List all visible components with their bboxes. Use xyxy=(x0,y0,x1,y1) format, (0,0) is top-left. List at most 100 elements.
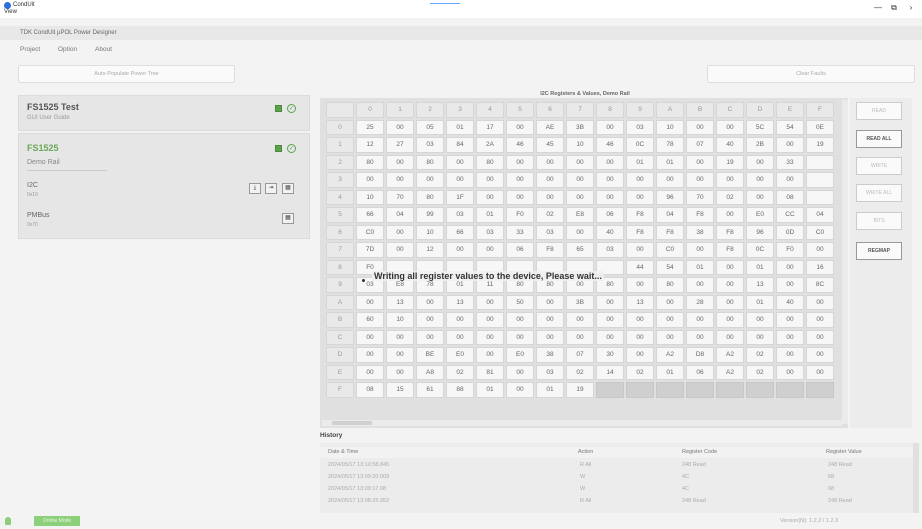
register-cell[interactable]: 80 xyxy=(476,154,504,170)
register-cell[interactable]: 00 xyxy=(386,154,414,170)
register-cell[interactable]: 8C xyxy=(806,277,834,293)
register-cell[interactable]: 07 xyxy=(686,137,714,153)
register-cell[interactable]: 00 xyxy=(566,154,594,170)
register-cell[interactable]: 5C xyxy=(746,119,774,135)
register-cell[interactable] xyxy=(776,382,804,398)
register-cell[interactable]: 00 xyxy=(806,294,834,310)
register-cell[interactable]: 00 xyxy=(806,329,834,345)
register-cell[interactable]: 65 xyxy=(566,242,594,258)
check-circle-icon[interactable]: ✓ xyxy=(287,144,296,153)
register-cell[interactable]: 61 xyxy=(416,382,444,398)
restore-button[interactable]: ⧉ xyxy=(888,3,900,13)
register-cell[interactable]: 00 xyxy=(356,329,384,345)
register-cell[interactable]: 00 xyxy=(566,329,594,345)
register-cell[interactable]: 00 xyxy=(476,172,504,188)
register-cell[interactable]: 13 xyxy=(626,294,654,310)
register-cell[interactable]: 40 xyxy=(596,224,624,240)
register-cell[interactable]: 00 xyxy=(506,189,534,205)
register-cell[interactable]: C0 xyxy=(356,224,384,240)
history-row[interactable]: 2024/05/17 13:08:25.952 R All 248 Read 248 … xyxy=(320,496,914,507)
register-cell[interactable]: 99 xyxy=(416,207,444,223)
register-cell[interactable]: 13 xyxy=(386,294,414,310)
register-cell[interactable]: 00 xyxy=(776,172,804,188)
register-cell[interactable]: 16 xyxy=(806,259,834,275)
register-cell[interactable]: 02 xyxy=(716,189,744,205)
register-cell[interactable]: 01 xyxy=(656,364,684,380)
register-cell[interactable]: 01 xyxy=(746,259,774,275)
menu-option[interactable]: Option xyxy=(58,46,77,53)
register-cell[interactable]: 00 xyxy=(626,172,654,188)
register-cell[interactable]: D8 xyxy=(686,347,714,363)
register-vertical-scrollbar[interactable] xyxy=(842,100,848,424)
register-cell[interactable]: 00 xyxy=(626,277,654,293)
register-cell[interactable]: 02 xyxy=(626,364,654,380)
register-cell[interactable]: 60 xyxy=(356,312,384,328)
register-cell[interactable]: 00 xyxy=(446,172,474,188)
register-cell[interactable]: 03 xyxy=(536,364,564,380)
register-cell[interactable]: 2A xyxy=(476,137,504,153)
register-cell[interactable]: E8 xyxy=(566,207,594,223)
register-cell[interactable]: 00 xyxy=(746,312,774,328)
history-col-value[interactable]: Register Value xyxy=(826,449,862,455)
view-menu[interactable]: View xyxy=(4,9,17,15)
register-cell[interactable]: 00 xyxy=(386,364,414,380)
register-cell[interactable]: 01 xyxy=(476,207,504,223)
register-cell[interactable]: 2B xyxy=(746,137,774,153)
menu-project[interactable]: Project xyxy=(20,46,40,53)
register-cell[interactable]: BE xyxy=(416,347,444,363)
register-cell[interactable]: 00 xyxy=(506,119,534,135)
register-cell[interactable]: 50 xyxy=(506,294,534,310)
register-cell[interactable]: 00 xyxy=(596,119,624,135)
register-cell[interactable]: 01 xyxy=(626,154,654,170)
register-cell[interactable]: 00 xyxy=(686,172,714,188)
register-cell[interactable]: 08 xyxy=(356,382,384,398)
register-cell[interactable]: 00 xyxy=(806,364,834,380)
register-cell[interactable]: 06 xyxy=(686,364,714,380)
register-cell[interactable] xyxy=(596,382,624,398)
read-all-button[interactable]: READ ALL xyxy=(856,130,902,148)
register-cell[interactable]: 0D xyxy=(776,224,804,240)
register-cell[interactable]: 12 xyxy=(356,137,384,153)
register-cell[interactable]: 00 xyxy=(716,172,744,188)
register-cell[interactable]: 00 xyxy=(506,154,534,170)
register-cell[interactable]: 00 xyxy=(356,364,384,380)
register-cell[interactable]: 70 xyxy=(386,189,414,205)
register-cell[interactable]: 00 xyxy=(506,172,534,188)
register-cell[interactable]: 00 xyxy=(716,329,744,345)
register-cell[interactable]: 19 xyxy=(566,382,594,398)
history-row[interactable]: 2024/05/17 13:09:17.08 W 4C 68 xyxy=(320,484,914,495)
read-button[interactable]: READ xyxy=(856,102,902,120)
register-cell[interactable]: 03 xyxy=(416,137,444,153)
register-cell[interactable]: 02 xyxy=(446,364,474,380)
history-row[interactable]: 2024/05/17 13:10:58.845 R All 248 Read 248 … xyxy=(320,460,914,471)
register-cell[interactable]: 46 xyxy=(596,137,624,153)
rail-name[interactable]: Demo Rail xyxy=(27,159,60,166)
project-card[interactable]: FS1525 Test GUI User Guide ✓ xyxy=(18,95,310,131)
register-cell[interactable]: 01 xyxy=(656,154,684,170)
register-cell[interactable]: F8 xyxy=(626,207,654,223)
register-cell[interactable]: A2 xyxy=(716,347,744,363)
register-cell[interactable]: 00 xyxy=(746,154,774,170)
register-cell[interactable]: 00 xyxy=(686,329,714,345)
register-cell[interactable]: 00 xyxy=(566,224,594,240)
register-cell[interactable]: F8 xyxy=(626,224,654,240)
register-cell[interactable]: 80 xyxy=(656,277,684,293)
register-cell[interactable]: 40 xyxy=(716,137,744,153)
close-button[interactable]: › xyxy=(905,3,917,12)
register-cell[interactable]: 38 xyxy=(536,347,564,363)
auto-populate-button[interactable]: Auto-Populate Power Tree xyxy=(18,65,235,83)
register-cell[interactable]: 00 xyxy=(386,119,414,135)
register-cell[interactable]: 02 xyxy=(536,207,564,223)
register-cell[interactable]: 7D xyxy=(356,242,384,258)
register-cell[interactable]: 00 xyxy=(386,172,414,188)
register-cell[interactable]: 03 xyxy=(626,119,654,135)
register-cell[interactable]: 00 xyxy=(566,189,594,205)
register-cell[interactable]: 00 xyxy=(596,172,624,188)
register-cell[interactable]: 00 xyxy=(716,259,744,275)
register-cell[interactable]: 05 xyxy=(416,119,444,135)
register-cell[interactable]: 08 xyxy=(776,189,804,205)
register-cell[interactable]: 00 xyxy=(476,294,504,310)
register-cell[interactable]: 00 xyxy=(716,207,744,223)
register-cell[interactable]: 00 xyxy=(776,364,804,380)
register-cell[interactable]: 07 xyxy=(566,347,594,363)
